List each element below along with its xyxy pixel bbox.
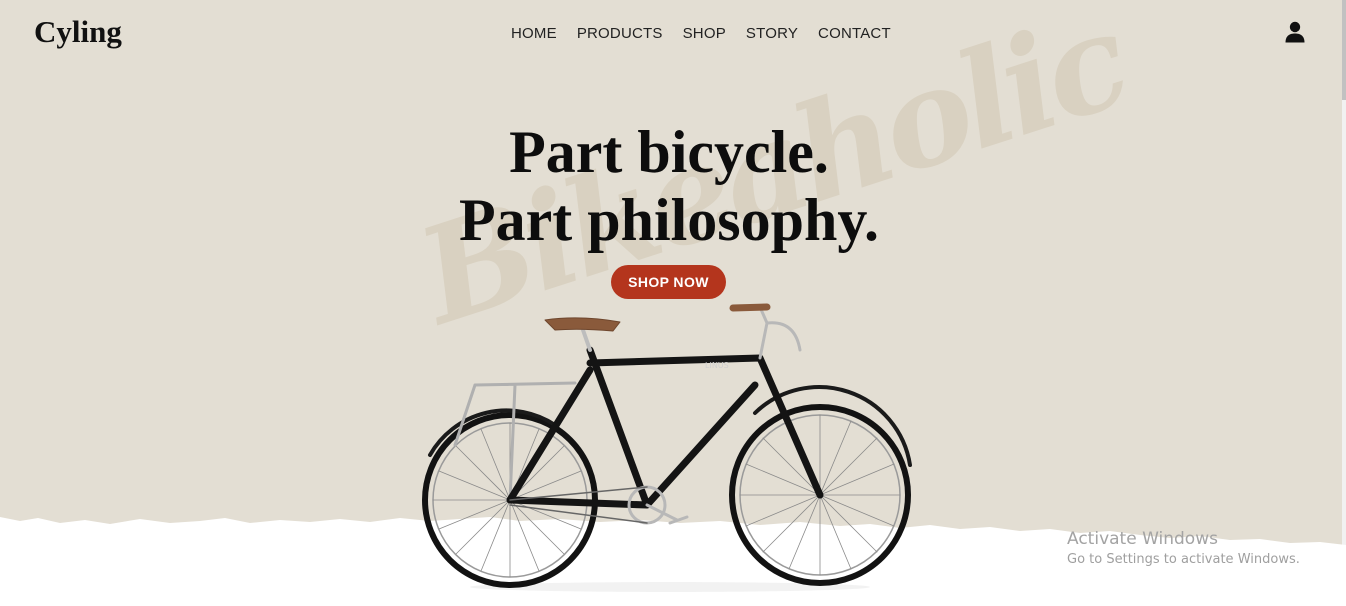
windows-activation-watermark: Activate Windows Go to Settings to activ… — [1067, 529, 1300, 567]
nav-item-story[interactable]: STORY — [746, 25, 798, 42]
hero-headline: Part bicycle. Part philosophy. — [0, 118, 1338, 254]
nav-item-shop[interactable]: SHOP — [683, 25, 726, 42]
bicycle-image: LINUS — [422, 303, 912, 592]
watermark-title: Activate Windows — [1067, 529, 1218, 549]
site-logo[interactable]: Cyling — [34, 14, 122, 50]
headline-line-1: Part bicycle. — [509, 119, 829, 185]
user-icon[interactable] — [1285, 21, 1305, 43]
nav-item-products[interactable]: PRODUCTS — [577, 25, 663, 42]
shop-now-button[interactable]: SHOP NOW — [611, 265, 726, 299]
bike-frame-text: LINUS — [705, 361, 729, 370]
main-nav: HOME PRODUCTS SHOP STORY CONTACT — [511, 25, 891, 42]
scrollbar-thumb[interactable] — [1342, 0, 1346, 100]
watermark-subtitle: Go to Settings to activate Windows. — [1067, 552, 1300, 567]
nav-item-contact[interactable]: CONTACT — [818, 25, 891, 42]
headline-line-2: Part philosophy. — [458, 187, 880, 253]
nav-item-home[interactable]: HOME — [511, 25, 557, 42]
